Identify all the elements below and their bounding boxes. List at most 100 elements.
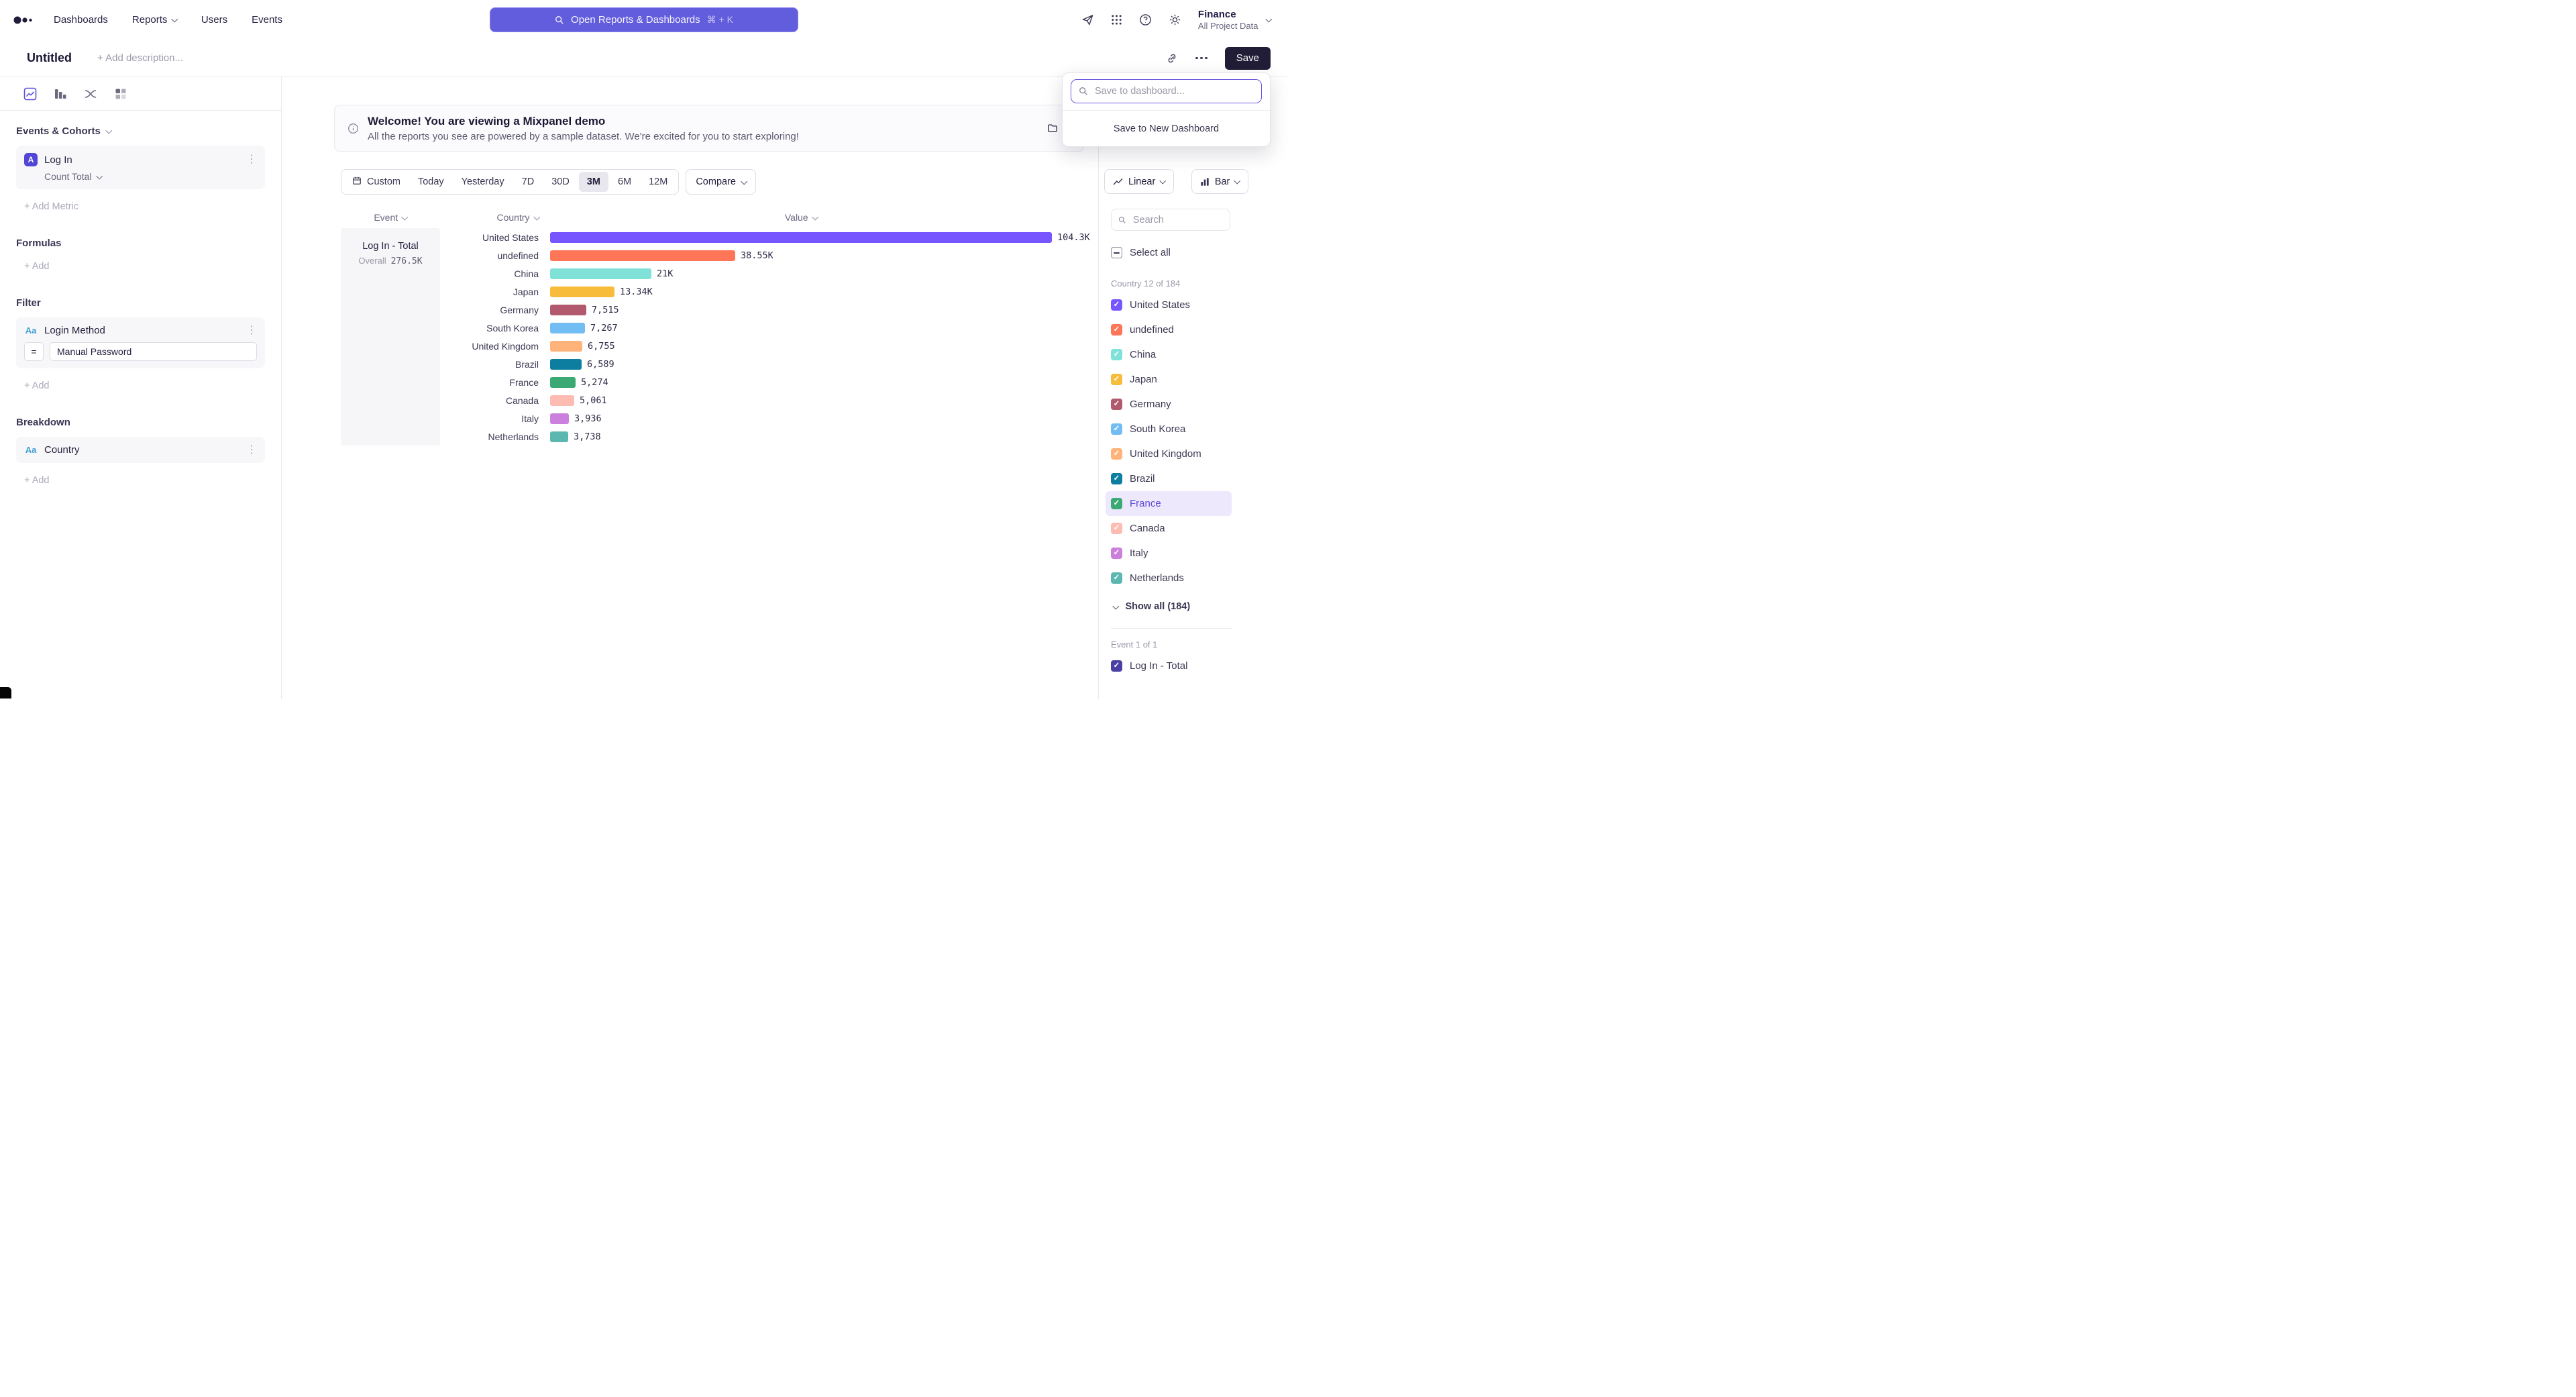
- date-range-button[interactable]: Today: [410, 172, 452, 192]
- date-range-button[interactable]: 7D: [514, 172, 543, 192]
- dashboard-search-box[interactable]: [1071, 79, 1262, 103]
- breakdown-property-name[interactable]: Country: [44, 444, 80, 456]
- country-filter-item[interactable]: Netherlands: [1106, 566, 1232, 590]
- value-bar[interactable]: [550, 268, 651, 279]
- country-checkbox[interactable]: [1111, 523, 1122, 534]
- country-checkbox[interactable]: [1111, 548, 1122, 559]
- compare-button[interactable]: Compare: [686, 169, 756, 195]
- legend-search-box[interactable]: [1111, 209, 1230, 231]
- country-column-header[interactable]: Country: [440, 212, 550, 223]
- save-to-new-dashboard-option[interactable]: Save to New Dashboard: [1063, 110, 1270, 146]
- date-range-button[interactable]: Custom: [344, 172, 409, 192]
- country-filter-item[interactable]: Italy: [1106, 541, 1232, 566]
- date-range-button[interactable]: 6M: [610, 172, 639, 192]
- legend-search-input[interactable]: [1132, 214, 1223, 226]
- value-bar[interactable]: [550, 232, 1052, 243]
- event-name[interactable]: Log In: [44, 154, 72, 166]
- nav-item[interactable]: Users: [201, 14, 227, 25]
- country-checkbox[interactable]: [1111, 324, 1122, 335]
- country-checkbox[interactable]: [1111, 399, 1122, 410]
- value-bar[interactable]: [550, 305, 586, 315]
- breakdown-card[interactable]: Aa Country ⋮: [16, 437, 265, 463]
- chart-type-selector[interactable]: Bar: [1191, 169, 1248, 194]
- kebab-menu-icon[interactable]: ⋮: [246, 154, 257, 165]
- metric-card[interactable]: A Log In ⋮ Count Total: [16, 146, 265, 189]
- funnels-tab-icon[interactable]: [54, 87, 67, 101]
- country-filter-item[interactable]: undefined: [1106, 317, 1232, 342]
- value-bar[interactable]: [550, 377, 576, 388]
- value-bar[interactable]: [550, 341, 582, 352]
- event-summary-cell[interactable]: Log In - Total Overall 276.5K: [341, 228, 440, 446]
- event-filter-item[interactable]: Log In - Total: [1106, 654, 1232, 678]
- send-invite-icon[interactable]: [1081, 13, 1094, 26]
- nav-item[interactable]: Dashboards: [54, 14, 108, 25]
- date-range-button[interactable]: Yesterday: [453, 172, 513, 192]
- project-switcher[interactable]: Finance All Project Data: [1198, 9, 1271, 31]
- add-breakdown-button[interactable]: + Add: [24, 475, 50, 486]
- country-filter-item[interactable]: United Kingdom: [1106, 442, 1232, 466]
- country-checkbox[interactable]: [1111, 349, 1122, 360]
- add-description-field[interactable]: + Add description...: [97, 52, 183, 64]
- value-bar[interactable]: [550, 323, 585, 333]
- kebab-menu-icon[interactable]: ⋮: [246, 445, 257, 456]
- global-search-bar[interactable]: Open Reports & Dashboards ⌘ + K: [490, 7, 798, 32]
- operator-selector[interactable]: =: [24, 342, 44, 361]
- country-checkbox[interactable]: [1111, 473, 1122, 484]
- show-all-toggle[interactable]: Show all (184): [1111, 593, 1240, 620]
- save-button[interactable]: Save: [1225, 47, 1271, 70]
- kebab-menu-icon[interactable]: ⋮: [246, 325, 257, 336]
- mixpanel-logo[interactable]: [13, 14, 34, 26]
- value-bar[interactable]: [550, 395, 574, 406]
- retention-tab-icon[interactable]: [114, 87, 127, 101]
- country-filter-item[interactable]: United States: [1106, 293, 1232, 317]
- copy-link-icon[interactable]: [1166, 52, 1178, 64]
- insights-tab-icon[interactable]: [23, 87, 37, 101]
- report-title[interactable]: Untitled: [27, 51, 72, 65]
- country-filter-item[interactable]: Germany: [1106, 392, 1232, 417]
- value-bar[interactable]: [550, 250, 735, 261]
- event-filter-checkbox[interactable]: [1111, 660, 1122, 672]
- country-filter-item[interactable]: Canada: [1106, 516, 1232, 541]
- apps-grid-icon[interactable]: [1111, 14, 1122, 25]
- filter-property-name[interactable]: Login Method: [44, 325, 105, 336]
- settings-gear-icon[interactable]: [1169, 13, 1181, 26]
- select-all-row[interactable]: Select all: [1106, 240, 1232, 265]
- country-checkbox[interactable]: [1111, 299, 1122, 311]
- country-filter-item[interactable]: France: [1106, 491, 1232, 516]
- date-range-button[interactable]: 3M: [579, 172, 608, 192]
- value-bar[interactable]: [550, 359, 582, 370]
- more-options-icon[interactable]: [1195, 57, 1208, 60]
- line-mode-selector[interactable]: Linear: [1104, 169, 1174, 194]
- chart-type-label: Bar: [1215, 176, 1230, 187]
- country-filter-item[interactable]: Japan: [1106, 367, 1232, 392]
- help-icon[interactable]: [1139, 13, 1152, 26]
- country-filter-item[interactable]: South Korea: [1106, 417, 1232, 442]
- date-range-button[interactable]: 30D: [543, 172, 578, 192]
- dashboard-search-input[interactable]: [1093, 85, 1254, 97]
- country-filter-item[interactable]: Brazil: [1106, 466, 1232, 491]
- add-metric-button[interactable]: + Add Metric: [24, 201, 78, 212]
- flows-tab-icon[interactable]: [84, 87, 97, 101]
- country-filter-item[interactable]: China: [1106, 342, 1232, 367]
- select-all-checkbox[interactable]: [1111, 247, 1122, 258]
- filter-value-input[interactable]: [50, 342, 257, 361]
- events-cohorts-section-title[interactable]: Events & Cohorts: [16, 125, 265, 137]
- country-checkbox[interactable]: [1111, 423, 1122, 435]
- add-formula-button[interactable]: + Add: [24, 261, 50, 272]
- value-column-header[interactable]: Value: [550, 212, 1052, 223]
- filter-card[interactable]: Aa Login Method ⋮ =: [16, 317, 265, 368]
- country-filter-label: France: [1130, 498, 1161, 509]
- country-checkbox[interactable]: [1111, 498, 1122, 509]
- nav-item[interactable]: Reports: [132, 14, 177, 25]
- country-checkbox[interactable]: [1111, 572, 1122, 584]
- aggregation-selector[interactable]: Count Total: [44, 171, 257, 182]
- value-bar[interactable]: [550, 287, 614, 297]
- country-checkbox[interactable]: [1111, 374, 1122, 385]
- event-column-header[interactable]: Event: [341, 212, 440, 223]
- value-bar[interactable]: [550, 413, 569, 424]
- date-range-button[interactable]: 12M: [641, 172, 676, 192]
- add-filter-button[interactable]: + Add: [24, 380, 50, 391]
- country-checkbox[interactable]: [1111, 448, 1122, 460]
- value-bar[interactable]: [550, 431, 568, 442]
- nav-item[interactable]: Events: [252, 14, 282, 25]
